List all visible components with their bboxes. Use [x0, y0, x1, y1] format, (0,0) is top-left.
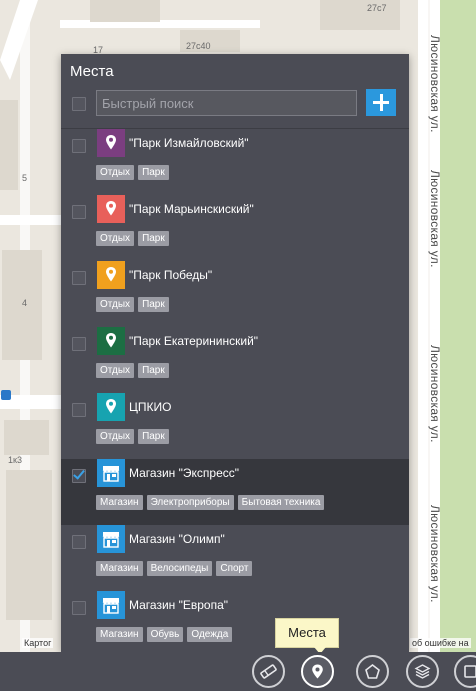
- tag-badge[interactable]: Отдых: [96, 297, 135, 312]
- place-item[interactable]: "Парк Победы" Отдых Парк: [61, 261, 409, 327]
- place-name[interactable]: "Парк Измайловский": [129, 136, 249, 150]
- polygon-tool-button[interactable]: [356, 655, 389, 688]
- places-list: "Парк Измайловский" Отдых Парк "Парк Марьин…: [61, 129, 409, 657]
- tag-badge[interactable]: Парк: [138, 165, 169, 180]
- tag-badge[interactable]: Парк: [138, 429, 169, 444]
- tag-badge[interactable]: Электроприборы: [146, 495, 234, 510]
- place-item[interactable]: Магазин "Олимп" Магазин Велосипеды Спорт: [61, 525, 409, 591]
- place-item[interactable]: "Парк Марьинскиский" Отдых Парк: [61, 195, 409, 261]
- map-pin-icon: [106, 333, 116, 348]
- tag-badge[interactable]: Парк: [138, 231, 169, 246]
- tag-badge[interactable]: Магазин: [96, 495, 143, 510]
- layers-icon: [414, 664, 431, 679]
- square-icon: [464, 665, 476, 678]
- place-checkbox[interactable]: [72, 139, 86, 153]
- place-checkbox[interactable]: [72, 535, 86, 549]
- quick-search-input[interactable]: [96, 90, 357, 116]
- place-thumbnail: [97, 129, 125, 157]
- map-pin-icon: [312, 664, 323, 679]
- place-checkbox[interactable]: [72, 337, 86, 351]
- place-thumbnail: [97, 393, 125, 421]
- place-tags: Отдых Парк: [96, 429, 169, 444]
- place-tags: Отдых Парк: [96, 297, 169, 312]
- place-thumbnail: [97, 195, 125, 223]
- tooltip: Места: [275, 618, 339, 654]
- tag-badge[interactable]: Парк: [138, 363, 169, 378]
- panel-title: Места: [70, 63, 114, 80]
- tag-badge[interactable]: Отдых: [96, 429, 135, 444]
- eraser-tool-button[interactable]: [252, 655, 285, 688]
- place-item[interactable]: ЦПКИО Отдых Парк: [61, 393, 409, 459]
- tag-badge[interactable]: Спорт: [216, 561, 253, 576]
- tag-badge[interactable]: Магазин: [96, 627, 143, 642]
- place-tags: Отдых Парк: [96, 165, 169, 180]
- place-checkbox[interactable]: [72, 601, 86, 615]
- place-tags: Магазин Велосипеды Спорт: [96, 561, 253, 576]
- place-thumbnail: [97, 459, 125, 487]
- search-row: [61, 89, 409, 129]
- place-thumbnail: [97, 261, 125, 289]
- place-name[interactable]: "Парк Екатерининский": [129, 334, 258, 348]
- place-name[interactable]: ЦПКИО: [129, 400, 171, 414]
- checkmark-icon: [73, 467, 85, 480]
- eraser-icon: [260, 664, 277, 679]
- place-tags: Магазин Обувь Одежда: [96, 627, 233, 642]
- bus-stop-icon: [1, 390, 11, 400]
- map-pin-icon: [106, 267, 116, 282]
- tag-badge[interactable]: Парк: [138, 297, 169, 312]
- tag-badge[interactable]: Отдых: [96, 231, 135, 246]
- places-tool-button[interactable]: [301, 655, 334, 688]
- store-icon: [102, 598, 120, 614]
- tag-badge[interactable]: Отдых: [96, 363, 135, 378]
- place-checkbox[interactable]: [72, 271, 86, 285]
- store-icon: [102, 532, 120, 548]
- place-checkbox[interactable]: [72, 205, 86, 219]
- street-label: Люсиновская ул.: [428, 35, 442, 133]
- place-item[interactable]: "Парк Измайловский" Отдых Парк: [61, 129, 409, 195]
- place-name[interactable]: Магазин "Экспресс": [129, 466, 239, 480]
- add-place-button[interactable]: [366, 89, 396, 116]
- places-panel: Места "Парк Измайловский"ОтдыхПарк"Парк …: [61, 54, 409, 652]
- report-error-link[interactable]: об ошибке на: [410, 638, 471, 648]
- place-item[interactable]: Магазин "Экспресс" Магазин Электроприборы Б…: [61, 459, 409, 525]
- building-label: 5: [22, 173, 28, 183]
- tag-badge[interactable]: Магазин: [96, 561, 143, 576]
- building-label: 27с40: [186, 41, 211, 51]
- place-name[interactable]: Магазин "Олимп": [129, 532, 225, 546]
- street-label: Люсиновская ул.: [428, 345, 442, 443]
- building-label: 27с7: [367, 3, 387, 13]
- building-label: 1к3: [8, 455, 22, 465]
- street-label: Люсиновская ул.: [428, 170, 442, 268]
- tag-badge[interactable]: Велосипеды: [146, 561, 213, 576]
- map-pin-icon: [106, 399, 116, 414]
- tag-badge[interactable]: Бытовая техника: [237, 495, 325, 510]
- polygon-icon: [365, 663, 380, 679]
- place-checkbox[interactable]: [72, 467, 86, 483]
- place-checkbox[interactable]: [72, 403, 86, 417]
- street-label: Люсиновская ул.: [428, 505, 442, 603]
- place-name[interactable]: "Парк Марьинскиский": [129, 202, 254, 216]
- place-name[interactable]: Магазин "Европа": [129, 598, 228, 612]
- place-tags: Магазин Электроприборы Бытовая техника: [96, 495, 325, 510]
- place-tags: Отдых Парк: [96, 231, 169, 246]
- extra-tool-button[interactable]: [454, 655, 476, 688]
- building-label: 4: [22, 298, 28, 308]
- place-name[interactable]: "Парк Победы": [129, 268, 212, 282]
- place-item[interactable]: Магазин "Европа" Магазин Обувь Одежда: [61, 591, 409, 657]
- tag-badge[interactable]: Отдых: [96, 165, 135, 180]
- place-thumbnail: [97, 525, 125, 553]
- layers-tool-button[interactable]: [406, 655, 439, 688]
- bottom-toolbar: [0, 652, 476, 691]
- place-thumbnail: [97, 591, 125, 619]
- tag-badge[interactable]: Обувь: [146, 627, 184, 642]
- map-attribution: Картог: [22, 638, 54, 648]
- store-icon: [102, 466, 120, 482]
- map-pin-icon: [106, 201, 116, 216]
- map-pin-icon: [106, 135, 116, 150]
- tag-badge[interactable]: Одежда: [187, 627, 233, 642]
- place-item[interactable]: "Парк Екатерининский" Отдых Парк: [61, 327, 409, 393]
- place-tags: Отдых Парк: [96, 363, 169, 378]
- select-all-checkbox[interactable]: [72, 97, 86, 111]
- place-thumbnail: [97, 327, 125, 355]
